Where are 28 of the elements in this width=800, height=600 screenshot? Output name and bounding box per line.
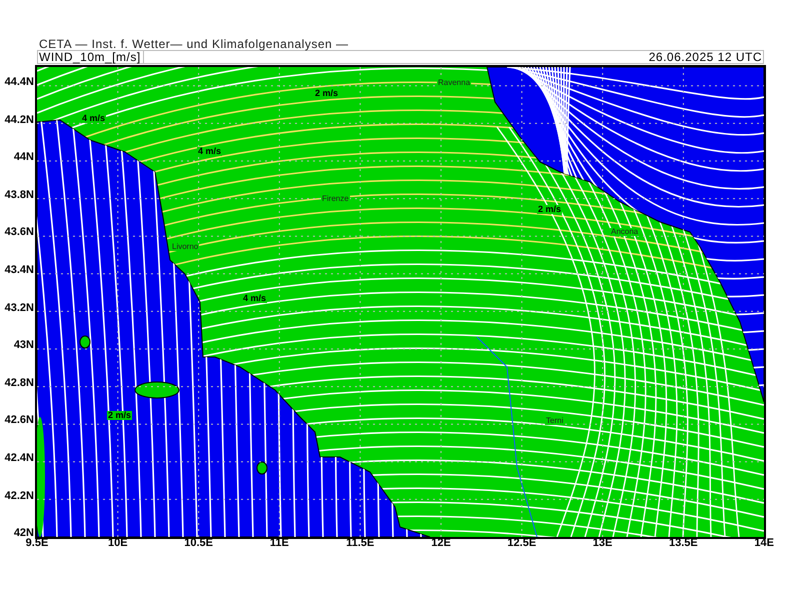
latitude-tick-label: 43.2N	[4, 302, 34, 314]
wind-speed-label: 4 m/s	[197, 147, 222, 156]
city-label: Firenze	[321, 195, 350, 203]
latitude-tick-label: 42.2N	[4, 490, 34, 502]
wind-speed-label: 2 m/s	[314, 89, 340, 98]
latitude-tick-label: 44.2N	[4, 114, 34, 126]
field-name: WIND_10m_[m/s]	[39, 51, 144, 63]
longitude-tick-label: 14E	[754, 538, 774, 549]
institute-title: CETA — Inst. f. Wetter— und Klimafolgenanalysen —	[39, 37, 349, 51]
city-label: Livorno	[171, 243, 200, 251]
city-label: Terni	[545, 417, 564, 425]
latitude-tick-label: 43.4N	[4, 265, 34, 276]
latitude-tick-label: 42.4N	[4, 453, 34, 464]
wind-speed-label: 4 m/s	[81, 114, 106, 123]
latitude-tick-label: 43.8N	[4, 190, 34, 201]
wind-speed-label: 2 m/s	[537, 205, 562, 214]
city-label: Ancona	[610, 228, 640, 236]
latitude-tick-label: 44N	[14, 152, 34, 164]
wind-speed-label: 4 m/s	[242, 294, 268, 303]
city-label: Ravenna	[437, 79, 472, 87]
latitude-tick-label: 42.8N	[4, 378, 34, 389]
latitude-tick-label: 43.6N	[4, 227, 34, 238]
latitude-tick-label: 42N	[14, 528, 34, 540]
valid-time: 26.06.2025 12 UTC	[648, 51, 762, 63]
latitude-tick-label: 42.6N	[4, 415, 34, 426]
latitude-tick-label: 43N	[14, 340, 34, 352]
latitude-tick-label: 44.4N	[4, 77, 34, 88]
wind-speed-label: 2 m/s	[107, 411, 132, 420]
